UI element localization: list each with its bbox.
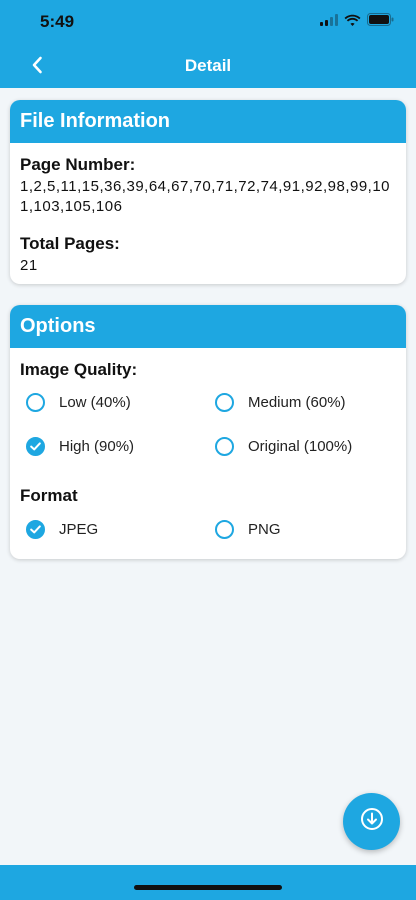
status-icons <box>320 13 394 31</box>
battery-icon <box>367 13 394 31</box>
options-card: Options Image Quality: Low (40%) Medium … <box>10 305 406 559</box>
nav-bar: Detail <box>0 44 416 88</box>
radio-label: JPEG <box>59 521 99 538</box>
options-title: Options <box>10 305 406 348</box>
bottom-bar <box>0 865 416 900</box>
radio-label: PNG <box>248 521 281 538</box>
page-number-value: 1,2,5,11,15,36,39,64,67,70,71,72,74,91,9… <box>20 178 391 215</box>
status-bar: 5:49 <box>0 0 416 44</box>
file-information-title: File Information <box>10 100 406 143</box>
radio-label: Original (100%) <box>248 438 353 455</box>
total-pages-label: Total Pages: <box>20 234 120 253</box>
radio-circle-icon <box>215 520 234 539</box>
page-title: Detail <box>184 56 232 75</box>
wifi-icon <box>344 13 361 31</box>
home-indicator[interactable] <box>134 885 282 890</box>
format-label: Format <box>20 486 78 505</box>
page-number-label: Page Number: <box>20 155 136 174</box>
radio-circle-icon <box>215 437 234 456</box>
radio-circle-icon <box>26 393 45 412</box>
download-icon <box>360 807 384 836</box>
file-information-card: File Information Page Number: 1,2,5,11,1… <box>10 100 406 284</box>
radio-low[interactable]: Low (40%) <box>26 393 131 412</box>
image-quality-label: Image Quality: <box>20 360 138 379</box>
radio-medium[interactable]: Medium (60%) <box>215 393 346 412</box>
radio-label: High (90%) <box>59 438 135 455</box>
radio-checked-icon <box>26 520 45 539</box>
download-button[interactable] <box>343 793 400 850</box>
radio-circle-icon <box>215 393 234 412</box>
radio-jpeg[interactable]: JPEG <box>26 520 98 539</box>
radio-png[interactable]: PNG <box>215 520 281 539</box>
radio-high[interactable]: High (90%) <box>26 437 134 456</box>
radio-label: Low (40%) <box>59 394 131 411</box>
total-pages-value: 21 <box>20 257 38 274</box>
radio-label: Medium (60%) <box>248 394 346 411</box>
status-time: 5:49 <box>40 12 75 31</box>
radio-original[interactable]: Original (100%) <box>215 437 352 456</box>
signal-icon <box>320 13 338 31</box>
header: 5:49 Detail <box>0 0 416 88</box>
radio-checked-icon <box>26 437 45 456</box>
